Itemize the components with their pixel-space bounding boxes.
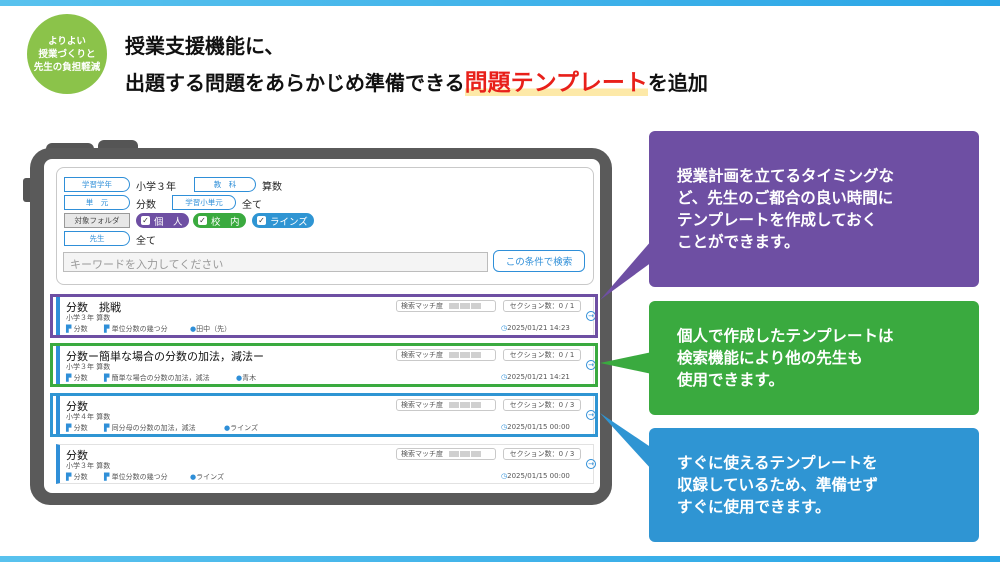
grade-label: 学習学年 bbox=[64, 177, 130, 192]
headline-pre: 出題する問題をあらかじめ準備できる bbox=[125, 71, 465, 95]
headline-line2: 出題する問題をあらかじめ準備できる問題テンプレートを追加 bbox=[125, 63, 708, 97]
flag-icon: ▛ bbox=[104, 473, 110, 481]
result-subunit-tag: ▛ 単位分数の幾つ分 bbox=[104, 473, 168, 481]
folder-chip-label: 個 人 bbox=[154, 216, 183, 228]
callout-text: 授業計画を立てるタイミングな ど、先生のご都合の良い時間に テンプレートを作成し… bbox=[677, 167, 895, 251]
feature-badge: よりよい 授業づくりと 先生の負担軽減 bbox=[27, 14, 107, 94]
folder-chip-lines[interactable]: ✓ ラインズ bbox=[252, 213, 314, 228]
subunit-value[interactable]: 全て bbox=[242, 196, 262, 211]
result-card[interactable]: 分数 小学３年 算数 ▛ 分数 ▛ 単位分数の幾つ分 ●ラインズ 検索マッチ度 … bbox=[56, 444, 596, 484]
folder-label: 対象フォルダ bbox=[64, 213, 130, 228]
result-grade: 小学３年 算数 bbox=[66, 462, 111, 470]
check-icon: ✓ bbox=[257, 216, 266, 225]
unit-value[interactable]: 分数 bbox=[136, 196, 156, 211]
keyword-input[interactable]: キーワードを入力してください bbox=[63, 252, 488, 272]
result-author: ●ラインズ bbox=[190, 473, 224, 481]
open-arrow-icon[interactable]: → bbox=[586, 459, 596, 469]
unit-label: 単 元 bbox=[64, 195, 130, 210]
check-icon: ✓ bbox=[141, 216, 150, 225]
top-accent-bar bbox=[0, 0, 1000, 6]
grade-value[interactable]: 小学３年 bbox=[136, 178, 176, 193]
teacher-label: 先生 bbox=[64, 231, 130, 246]
highlight-frame-green bbox=[50, 343, 598, 387]
badge-line: 先生の負担軽減 bbox=[33, 61, 101, 73]
highlight-frame-purple bbox=[50, 294, 598, 338]
callout-green: 個人で作成したテンプレートは 検索機能により他の先生も 使用できます。 bbox=[649, 301, 979, 415]
subunit-label: 学習小単元 bbox=[172, 195, 236, 210]
callout-text: すぐに使えるテンプレートを 収録しているため、準備せず すぐに使用できます。 bbox=[677, 454, 879, 516]
flag-icon: ▛ bbox=[66, 473, 72, 481]
headline-line1: 授業支援機能に、 bbox=[125, 34, 285, 58]
bottom-accent-bar bbox=[0, 556, 1000, 562]
badge-line: 授業づくりと bbox=[38, 48, 96, 60]
subject-value[interactable]: 算数 bbox=[262, 178, 282, 193]
callout-blue: すぐに使えるテンプレートを 収録しているため、準備せず すぐに使用できます。 bbox=[649, 428, 979, 542]
match-meter: 検索マッチ度 bbox=[396, 448, 496, 460]
search-button[interactable]: この条件で検索 bbox=[493, 250, 585, 272]
teacher-value[interactable]: 全て bbox=[136, 232, 156, 247]
badge-line: よりよい bbox=[48, 35, 86, 47]
folder-chip-school[interactable]: ✓ 校 内 bbox=[193, 213, 246, 228]
headline-highlight: 問題テンプレート bbox=[464, 70, 648, 96]
subject-label: 教 科 bbox=[194, 177, 256, 192]
folder-chip-label: 校 内 bbox=[211, 216, 240, 228]
check-icon: ✓ bbox=[198, 216, 207, 225]
section-count: セクション数：0 / 3 bbox=[503, 448, 581, 460]
folder-chip-personal[interactable]: ✓ 個 人 bbox=[136, 213, 189, 228]
callout-purple: 授業計画を立てるタイミングな ど、先生のご都合の良い時間に テンプレートを作成し… bbox=[649, 131, 979, 287]
result-unit-tag: ▛ 分数 bbox=[66, 473, 88, 481]
folder-chip-label: ラインズ bbox=[270, 216, 308, 228]
result-date: ◷2025/01/15 00:00 bbox=[501, 472, 570, 480]
highlight-frame-blue bbox=[50, 393, 598, 437]
callout-text: 個人で作成したテンプレートは 検索機能により他の先生も 使用できます。 bbox=[677, 327, 894, 389]
headline-post: を追加 bbox=[647, 71, 708, 95]
